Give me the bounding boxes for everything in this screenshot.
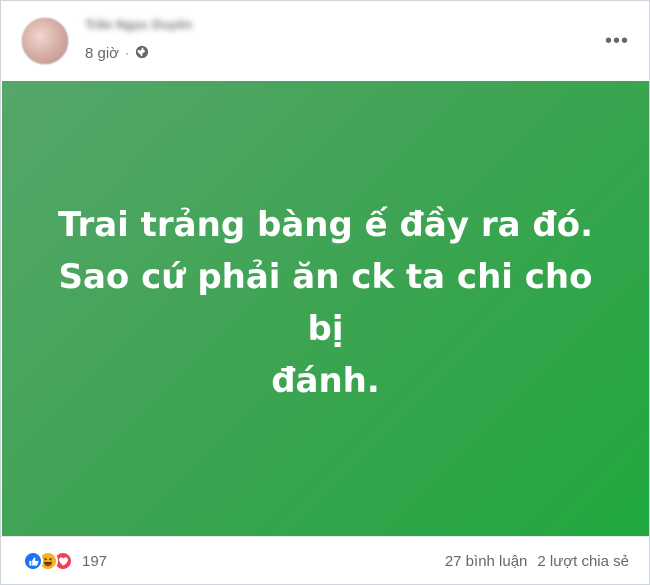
meta-separator: · [125,46,130,60]
post-text-line: Sao cứ phải ăn ck ta chi cho bị [58,256,593,349]
author-name[interactable]: Trần Ngọc Duyên [85,17,192,37]
post-text-line: đánh. [271,360,380,401]
post-footer: 197 27 bình luận 2 lượt chia sẻ [1,536,649,584]
post-text: Trai trảng bàng ế đầy ra đó. Sao cứ phải… [46,199,606,407]
post-header: Trần Ngọc Duyên 8 giờ · ••• [1,1,649,81]
post-content-background: Trai trảng bàng ế đầy ra đó. Sao cứ phải… [2,81,649,536]
engagement-stats: 27 bình luận 2 lượt chia sẻ [445,550,629,572]
reactions-summary[interactable]: 197 [23,550,107,572]
shares-link[interactable]: 2 lượt chia sẻ [537,553,629,570]
post-timestamp[interactable]: 8 giờ [85,45,119,62]
reaction-count: 197 [82,552,108,570]
facebook-post: Trần Ngọc Duyên 8 giờ · ••• Trai trảng b… [0,0,650,585]
like-icon [23,551,43,571]
more-options-icon: ••• [604,29,629,52]
post-text-line: Trai trảng bàng ế đầy ra đó. [57,204,593,245]
author-avatar[interactable] [21,17,69,65]
more-options-button[interactable]: ••• [599,23,635,59]
comments-link[interactable]: 27 bình luận [445,553,528,570]
post-meta: 8 giờ · [85,43,151,63]
globe-icon[interactable] [135,45,151,61]
